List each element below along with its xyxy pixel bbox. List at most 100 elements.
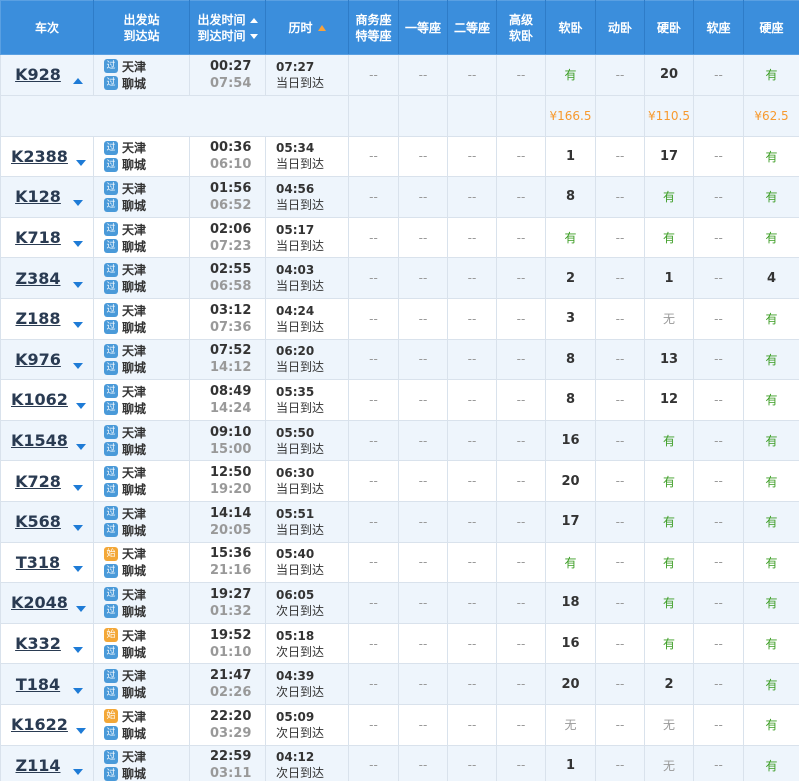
seat-availability: -- — [348, 744, 399, 781]
train-number-link[interactable]: Z384 — [11, 269, 65, 288]
seat-availability[interactable]: 有 — [644, 176, 694, 218]
seat-availability[interactable]: 20 — [545, 663, 596, 705]
seat-availability[interactable]: 2 — [545, 257, 596, 299]
seat-availability[interactable]: 无 — [644, 744, 694, 781]
expand-icon[interactable] — [75, 606, 86, 613]
seat-availability[interactable]: 无 — [644, 703, 694, 746]
seat-availability[interactable]: 8 — [545, 176, 596, 218]
train-number-link[interactable]: Z114 — [11, 756, 65, 775]
expand-icon[interactable] — [75, 728, 86, 735]
seat-availability[interactable]: 有 — [743, 176, 799, 218]
train-number-link[interactable]: K2048 — [11, 593, 68, 612]
seat-availability: -- — [398, 460, 448, 502]
train-number-link[interactable]: K332 — [11, 634, 65, 653]
seat-availability[interactable]: 有 — [743, 379, 799, 421]
seat-availability: -- — [496, 135, 546, 178]
seat-availability: -- — [496, 257, 546, 299]
seat-availability[interactable]: 20 — [644, 54, 694, 96]
seat-availability[interactable]: 有 — [644, 622, 694, 665]
seat-availability[interactable]: 1 — [545, 744, 596, 781]
seat-availability[interactable]: 有 — [743, 297, 799, 340]
seat-availability[interactable]: 18 — [545, 582, 596, 624]
train-number-link[interactable]: T184 — [11, 675, 65, 694]
seat-availability[interactable]: 8 — [545, 379, 596, 421]
seat-availability[interactable]: 有 — [644, 419, 694, 462]
seat-availability[interactable]: 有 — [743, 216, 799, 259]
seat-availability[interactable]: 有 — [743, 54, 799, 96]
duration-cell: 05:35 当日到达 — [265, 379, 349, 421]
train-number-link[interactable]: K1622 — [11, 715, 68, 734]
train-number-link[interactable]: Z188 — [11, 309, 65, 328]
expand-icon[interactable] — [73, 565, 83, 572]
seat-availability[interactable]: 有 — [644, 541, 694, 584]
seat-availability[interactable]: 有 — [743, 622, 799, 665]
expand-icon[interactable] — [73, 200, 83, 207]
seat-availability[interactable]: 4 — [743, 257, 799, 299]
seat-availability[interactable]: 1 — [545, 135, 596, 178]
sort-arrival[interactable]: 到达时间 — [191, 28, 265, 44]
seat-availability[interactable]: 有 — [743, 419, 799, 462]
seat-availability[interactable]: 有 — [644, 500, 694, 543]
seat-availability[interactable]: 1 — [644, 257, 694, 299]
seat-availability[interactable]: 2 — [644, 663, 694, 705]
col-times[interactable]: 出发时间 到达时间 — [189, 0, 266, 55]
seat-availability[interactable]: 有 — [545, 541, 596, 584]
train-number-link[interactable]: K2388 — [11, 147, 68, 166]
seat-availability[interactable]: 有 — [644, 582, 694, 624]
times-cell: 07:52 14:12 — [189, 338, 266, 381]
col-duration[interactable]: 历时 — [265, 0, 349, 55]
expand-icon[interactable] — [73, 322, 83, 329]
train-number-link[interactable]: K718 — [11, 228, 65, 247]
train-number-link[interactable]: K568 — [11, 512, 65, 531]
seat-availability[interactable]: 有 — [545, 216, 596, 259]
seat-availability[interactable]: 13 — [644, 338, 694, 381]
expand-icon[interactable] — [73, 241, 83, 248]
seat-availability[interactable]: 有 — [743, 744, 799, 781]
seat-availability[interactable]: 无 — [644, 297, 694, 340]
seat-availability[interactable]: 无 — [545, 703, 596, 746]
seat-availability[interactable]: 16 — [545, 419, 596, 462]
seat-availability[interactable]: 有 — [743, 582, 799, 624]
stations-cell: 过天津过聊城 — [93, 500, 190, 543]
seat-availability[interactable]: 20 — [545, 460, 596, 502]
collapse-icon[interactable] — [73, 78, 83, 85]
seat-availability[interactable]: 有 — [644, 216, 694, 259]
train-number-link[interactable]: K128 — [11, 187, 65, 206]
expand-icon[interactable] — [73, 768, 83, 775]
expand-icon[interactable] — [73, 281, 83, 288]
seat-availability[interactable]: 有 — [743, 135, 799, 178]
expand-icon[interactable] — [75, 444, 86, 451]
seat-availability[interactable]: 有 — [545, 54, 596, 96]
col-train: 车次 — [0, 0, 94, 55]
train-number-link[interactable]: K1548 — [11, 431, 68, 450]
seat-availability[interactable]: 有 — [743, 500, 799, 543]
train-number-link[interactable]: K728 — [11, 472, 65, 491]
seat-availability[interactable]: 3 — [545, 297, 596, 340]
train-cell: K2388 — [0, 135, 94, 178]
seat-availability[interactable]: 有 — [644, 460, 694, 502]
seat-availability: -- — [348, 622, 399, 665]
expand-icon[interactable] — [73, 687, 83, 694]
seat-availability[interactable]: 有 — [743, 703, 799, 746]
train-number-link[interactable]: K928 — [11, 65, 65, 84]
sort-departure[interactable]: 出发时间 — [191, 12, 265, 28]
seat-availability[interactable]: 17 — [545, 500, 596, 543]
expand-icon[interactable] — [73, 525, 83, 532]
seat-availability[interactable]: 有 — [743, 541, 799, 584]
expand-icon[interactable] — [75, 159, 86, 166]
seat-availability[interactable]: 16 — [545, 622, 596, 665]
sort-duration[interactable]: 历时 — [288, 21, 325, 35]
expand-icon[interactable] — [73, 362, 83, 369]
seat-availability[interactable]: 17 — [644, 135, 694, 178]
expand-icon[interactable] — [73, 647, 83, 654]
seat-availability[interactable]: 8 — [545, 338, 596, 381]
seat-availability[interactable]: 有 — [743, 663, 799, 705]
expand-icon[interactable] — [73, 484, 83, 491]
train-number-link[interactable]: K976 — [11, 350, 65, 369]
seat-availability[interactable]: 有 — [743, 338, 799, 381]
train-number-link[interactable]: T318 — [11, 553, 65, 572]
seat-availability[interactable]: 有 — [743, 460, 799, 502]
train-number-link[interactable]: K1062 — [11, 390, 68, 409]
expand-icon[interactable] — [75, 403, 86, 410]
seat-availability[interactable]: 12 — [644, 379, 694, 421]
